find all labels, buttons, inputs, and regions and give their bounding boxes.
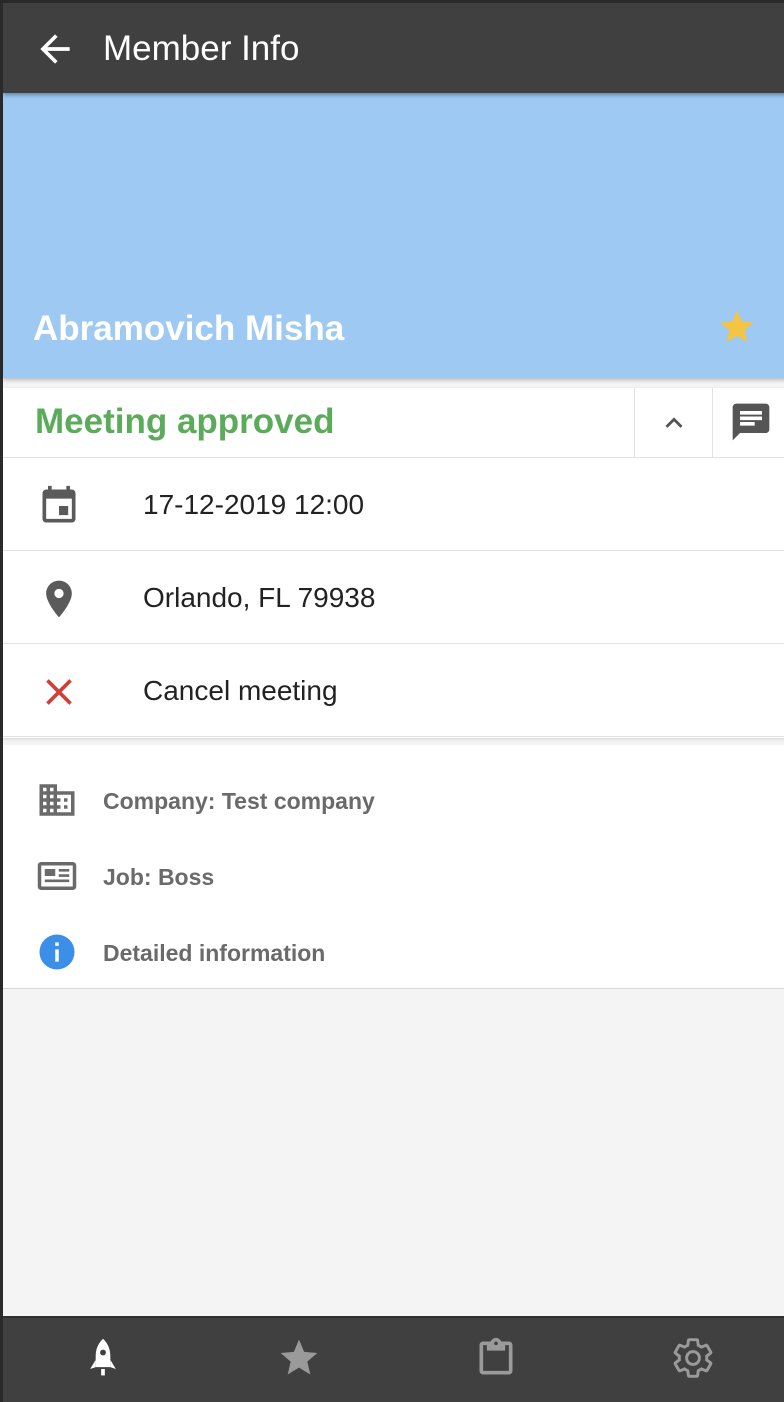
arrow-left-icon (40, 34, 70, 64)
location-pin-icon (46, 580, 72, 618)
meeting-date-row: 17-12-2019 12:00 (3, 458, 784, 551)
bottom-navigation (3, 1316, 784, 1402)
collapse-button[interactable] (634, 388, 713, 457)
nav-item-favorites[interactable] (277, 1336, 321, 1380)
building-icon (39, 784, 75, 816)
gear-icon (673, 1338, 713, 1378)
meeting-status-row: Meeting approved (3, 388, 784, 458)
member-name: Abramovich Misha (33, 309, 345, 348)
calendar-icon (42, 485, 76, 523)
job-text: Job: Boss (103, 864, 215, 890)
back-button[interactable] (33, 27, 77, 71)
meeting-location: Orlando, FL 79938 (143, 582, 376, 613)
meeting-location-row: Orlando, FL 79938 (3, 551, 784, 644)
star-icon (280, 1339, 318, 1375)
clipboard-icon (479, 1337, 513, 1375)
member-header: Abramovich Misha (3, 93, 784, 378)
job-row: Job: Boss (3, 843, 784, 903)
info-icon (39, 934, 75, 970)
chat-button[interactable] (712, 388, 784, 457)
company-row: Company: Test company (3, 767, 784, 827)
chat-icon (732, 403, 770, 441)
meeting-status: Meeting approved (35, 402, 335, 441)
detailed-information-label: Detailed information (103, 940, 326, 966)
detailed-information-link[interactable]: Detailed information (3, 919, 784, 979)
nav-item-clipboard[interactable] (474, 1336, 518, 1380)
cancel-meeting-button[interactable]: Cancel meeting (3, 644, 784, 737)
member-details-card: Company: Test company Job: Boss Detailed… (3, 745, 784, 989)
cancel-meeting-label: Cancel meeting (143, 675, 338, 706)
id-card-icon (37, 862, 77, 890)
star-icon (720, 310, 754, 342)
favorite-button[interactable] (717, 307, 757, 347)
meeting-card: Meeting approved 17-12-2019 12:00 Orland… (3, 388, 784, 738)
meeting-date-time: 17-12-2019 12:00 (143, 489, 365, 520)
company-text: Company: Test company (103, 788, 375, 814)
app-screen: Member Info Abramovich Misha Meeting app… (0, 0, 784, 1402)
rocket-icon (90, 1338, 116, 1376)
nav-item-settings[interactable] (671, 1336, 715, 1380)
nav-item-home[interactable] (81, 1336, 125, 1380)
chevron-up-icon (665, 417, 683, 428)
close-icon (46, 679, 72, 705)
app-bar: Member Info (3, 0, 784, 93)
page-title: Member Info (103, 29, 300, 68)
